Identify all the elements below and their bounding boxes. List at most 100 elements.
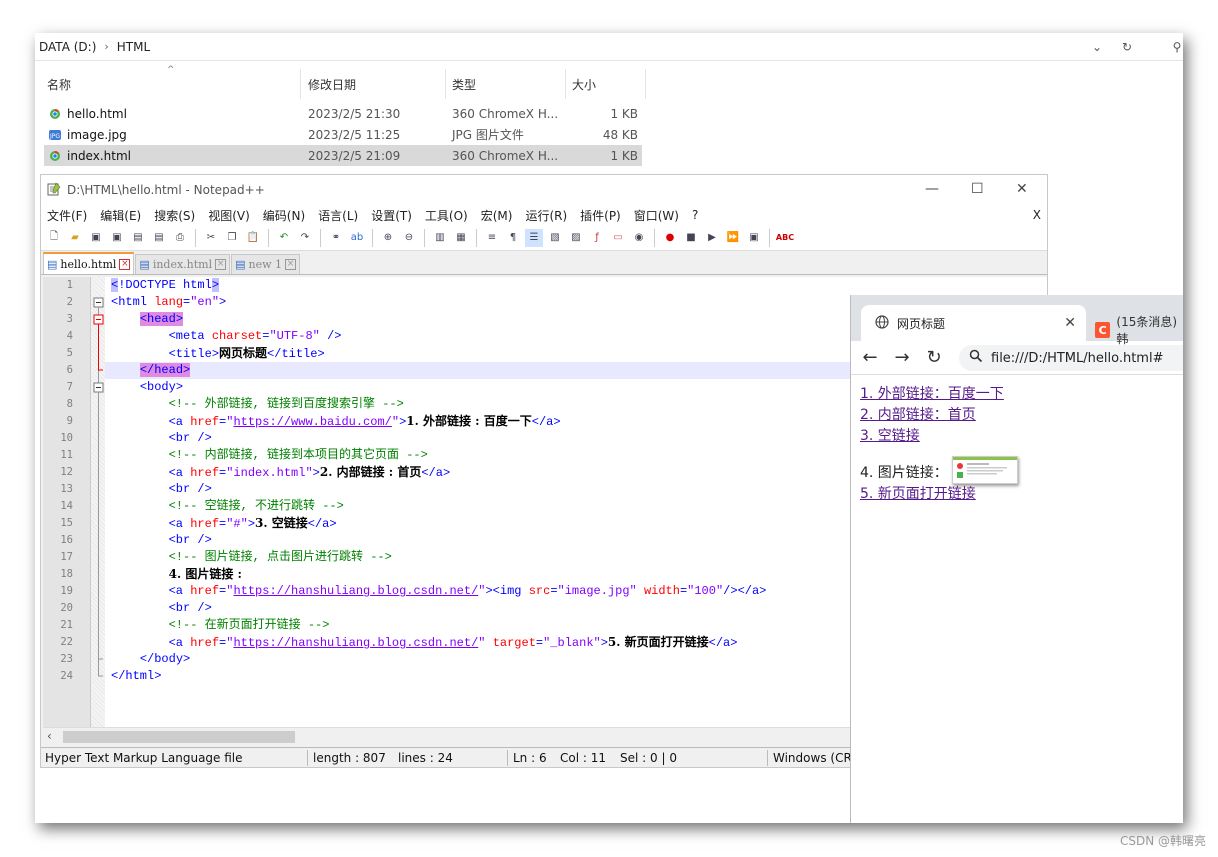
chevron-down-icon[interactable]: ⌄ [1086, 37, 1108, 57]
close-file-icon[interactable]: ▤ [129, 229, 147, 247]
menu-settings[interactable]: 设置(T) [371, 207, 412, 224]
search-icon[interactable]: ⚲ [1166, 37, 1183, 57]
status-ln: Ln : 6 [513, 751, 547, 765]
copy-icon[interactable]: ❐ [223, 229, 241, 247]
monitoring-icon[interactable]: ◉ [630, 229, 648, 247]
link-internal[interactable]: 2. 内部链接：首页 [860, 407, 976, 423]
folder-workspace-icon[interactable]: ▭ [609, 229, 627, 247]
link-empty[interactable]: 3. 空链接 [860, 428, 920, 444]
close-tab-icon[interactable]: × [119, 258, 131, 270]
menu-run[interactable]: 运行(R) [525, 207, 567, 224]
function-list-icon[interactable]: ƒ [588, 229, 606, 247]
csdn-icon: C [1095, 322, 1111, 338]
close-tab-icon[interactable]: ✕ [1064, 315, 1076, 331]
refresh-icon[interactable]: ↻ [1116, 37, 1138, 57]
tab-index-html[interactable]: ▤ index.html × [135, 254, 231, 274]
save-icon[interactable]: ▣ [87, 229, 105, 247]
notepadpp-titlebar[interactable]: D:\HTML\hello.html - Notepad++ — ☐ ✕ [41, 175, 1047, 205]
tab-new-1[interactable]: ▤ new 1 × [231, 254, 301, 274]
menu-window[interactable]: 窗口(W) [634, 207, 679, 224]
file-row[interactable]: hello.html 2023/2/5 21:30 360 ChromeX H.… [44, 103, 642, 124]
user-lang-icon[interactable]: ▧ [546, 229, 564, 247]
save-macro-icon[interactable]: ▣ [745, 229, 763, 247]
chevron-right-icon: › [104, 40, 109, 53]
browser-tab-title: 网页标题 [897, 316, 946, 331]
image-link-thumbnail[interactable] [951, 456, 1018, 484]
scroll-left-icon[interactable]: ‹ [47, 729, 52, 743]
maximize-icon[interactable]: ☐ [971, 181, 984, 197]
browser-tab-active[interactable]: 网页标题 ✕ [861, 305, 1086, 341]
find-icon[interactable]: ⚭ [327, 229, 345, 247]
close-tab-icon[interactable]: × [285, 259, 297, 270]
file-row[interactable]: JPG image.jpg 2023/2/5 11:25 JPG 图片文件 48 … [44, 124, 642, 145]
zoom-out-icon[interactable]: ⊖ [400, 229, 418, 247]
print-icon[interactable]: ⎙ [171, 229, 189, 247]
link-external[interactable]: 1. 外部链接：百度一下 [860, 386, 1004, 402]
record-macro-icon[interactable]: ● [661, 229, 679, 247]
cut-icon[interactable]: ✂ [202, 229, 220, 247]
column-type[interactable]: 类型 [446, 69, 566, 99]
status-filetype: Hyper Text Markup Language file [45, 751, 243, 765]
new-file-icon[interactable]: 🗋 [45, 229, 63, 247]
redo-icon[interactable]: ↷ [296, 229, 314, 247]
paste-icon[interactable]: 📋 [244, 229, 262, 247]
run-macro-multiple-icon[interactable]: ⏩ [724, 229, 742, 247]
menu-macro[interactable]: 宏(M) [481, 207, 513, 224]
breadcrumb-drive[interactable]: DATA (D:) [39, 40, 96, 54]
rendered-page: 1. 外部链接：百度一下 2. 内部链接：首页 3. 空链接 4. 图片链接： … [851, 375, 1183, 514]
file-name: hello.html [67, 106, 127, 121]
menu-encoding[interactable]: 编码(N) [263, 207, 305, 224]
close-all-icon[interactable]: ▤ [150, 229, 168, 247]
menu-plugins[interactable]: 插件(P) [580, 207, 621, 224]
column-date[interactable]: 修改日期 [302, 69, 446, 99]
tab-hello-html[interactable]: ▤ hello.html × [43, 252, 135, 274]
menu-help[interactable]: ? [692, 208, 698, 222]
fold-markers [93, 297, 104, 677]
stop-macro-icon[interactable]: ■ [682, 229, 700, 247]
menu-tools[interactable]: 工具(O) [425, 207, 468, 224]
column-size[interactable]: 大小 [566, 69, 646, 99]
sync-horizontal-icon[interactable]: ▦ [452, 229, 470, 247]
save-icon: ▤ [235, 258, 246, 271]
show-all-chars-icon[interactable]: ¶ [504, 229, 522, 247]
close-document-button[interactable]: X [1033, 208, 1041, 222]
explorer-address-bar[interactable]: DATA (D:) › HTML ⌄ ↻ ⚲ [35, 33, 1183, 61]
replace-icon[interactable]: ab [348, 229, 366, 247]
back-arrow-icon[interactable]: ← [861, 347, 879, 368]
browser-window: 网页标题 ✕ C (15条消息) 韩 ← → ↻ file:///D:/HTML… [850, 295, 1183, 823]
close-tab-icon[interactable]: × [215, 259, 227, 270]
word-wrap-icon[interactable]: ≡ [483, 229, 501, 247]
sync-vertical-icon[interactable]: ▥ [431, 229, 449, 247]
menu-edit[interactable]: 编辑(E) [100, 207, 141, 224]
menu-language[interactable]: 语言(L) [318, 207, 358, 224]
minimize-icon[interactable]: — [925, 181, 939, 197]
menu-search[interactable]: 搜索(S) [154, 207, 195, 224]
reload-icon[interactable]: ↻ [925, 347, 943, 368]
scrollbar-thumb[interactable] [63, 731, 295, 743]
url-bar[interactable]: file:///D:/HTML/hello.html# [959, 345, 1183, 371]
line-number: 11 [60, 449, 73, 461]
breadcrumb: DATA (D:) › HTML [35, 40, 150, 54]
chrome-html-icon [48, 107, 62, 121]
line-number: 18 [60, 568, 73, 580]
column-name[interactable]: 名称 [41, 69, 301, 99]
line-number: 1 [66, 279, 73, 291]
close-icon[interactable]: ✕ [1016, 181, 1028, 197]
file-name: image.jpg [67, 127, 127, 142]
file-row-selected[interactable]: index.html 2023/2/5 21:09 360 ChromeX H.… [44, 145, 642, 166]
link-new-page[interactable]: 5. 新页面打开链接 [860, 486, 976, 502]
save-all-icon[interactable]: ▣ [108, 229, 126, 247]
document-tabs: ▤ hello.html × ▤ index.html × ▤ new 1 × [41, 251, 1047, 275]
forward-arrow-icon[interactable]: → [893, 347, 911, 368]
menu-file[interactable]: 文件(F) [47, 207, 87, 224]
breadcrumb-folder[interactable]: HTML [117, 40, 150, 54]
zoom-in-icon[interactable]: ⊕ [379, 229, 397, 247]
indent-guide-icon[interactable]: ☰ [525, 228, 543, 247]
open-file-icon[interactable]: ▰ [66, 229, 84, 247]
menu-view[interactable]: 视图(V) [208, 207, 250, 224]
line-number: 14 [60, 500, 73, 512]
undo-icon[interactable]: ↶ [275, 229, 293, 247]
spell-check-icon[interactable]: ABC [776, 229, 794, 247]
play-macro-icon[interactable]: ▶ [703, 229, 721, 247]
doc-map-icon[interactable]: ▨ [567, 229, 585, 247]
